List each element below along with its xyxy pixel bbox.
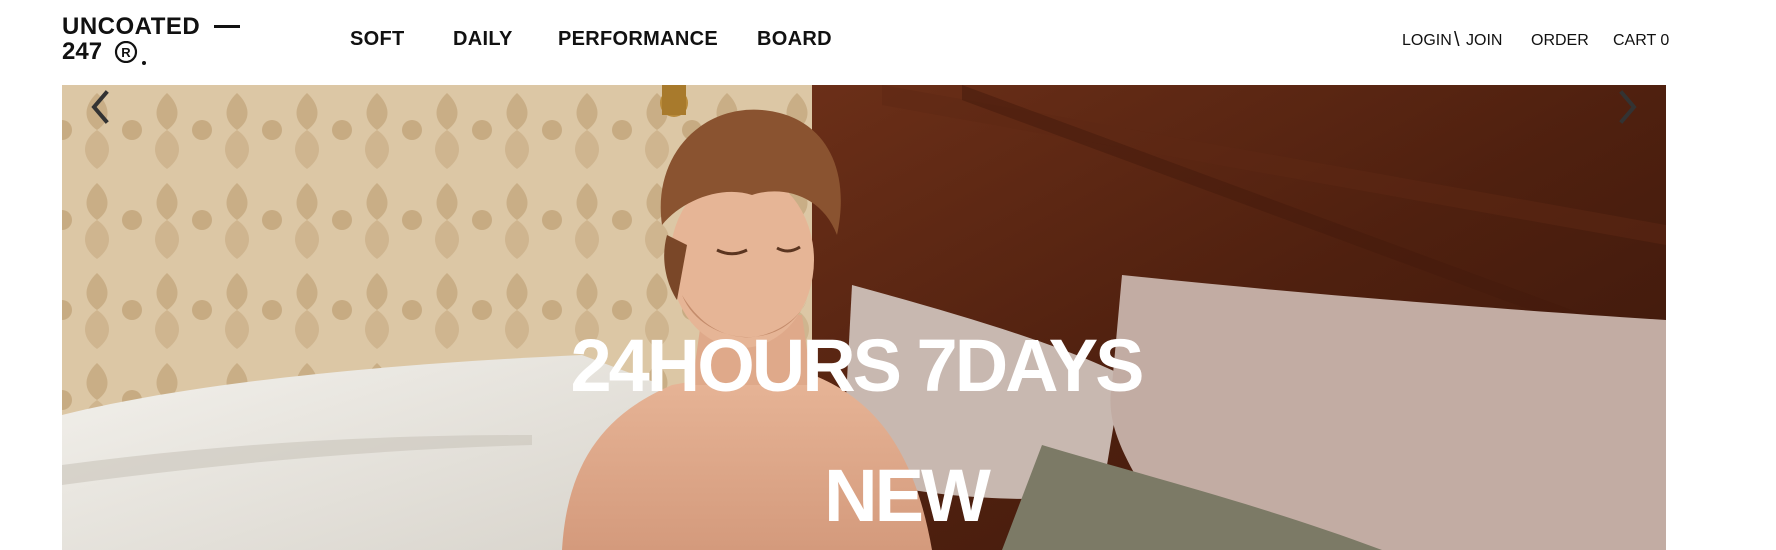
logo-text-line2: 247 (62, 38, 103, 65)
login-link[interactable]: LOGIN (1402, 32, 1452, 50)
chevron-left-icon[interactable] (86, 85, 116, 129)
order-link[interactable]: ORDER (1531, 32, 1589, 50)
logo-dot (142, 61, 146, 65)
logo-text-line1: UNCOATED (62, 13, 201, 40)
brand-logo[interactable]: UNCOATED 247 R (62, 13, 252, 65)
join-link[interactable]: JOIN (1466, 32, 1502, 50)
hero-headline: 24HOURS 7DAYS (570, 324, 1144, 407)
logo-dash (214, 25, 240, 28)
registered-mark-letter: R (121, 45, 131, 60)
cart-link[interactable]: CART 0 (1613, 32, 1669, 50)
hero-subheadline: NEW (824, 454, 991, 537)
login-join-separator: \ (1454, 29, 1460, 51)
nav-item-soft[interactable]: SOFT (350, 28, 405, 51)
nav-item-performance[interactable]: PERFORMANCE (558, 28, 718, 51)
registered-mark-icon: R (114, 41, 138, 63)
nav-item-daily[interactable]: DAILY (453, 28, 513, 51)
nav-item-board[interactable]: BOARD (757, 28, 832, 51)
hero-banner[interactable]: 24HOURS 7DAYS NEW (62, 85, 1666, 550)
site-header: UNCOATED 247 R SOFT DAILY PERFORMANCE BO… (0, 0, 1776, 85)
chevron-right-icon[interactable] (1612, 85, 1642, 129)
